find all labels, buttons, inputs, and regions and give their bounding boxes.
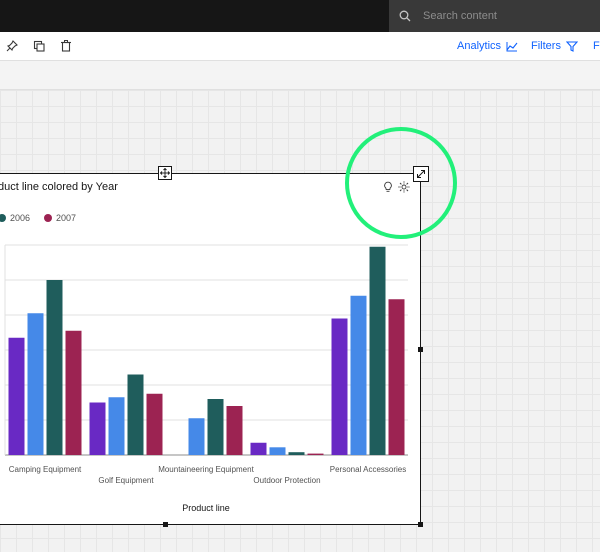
third-toolbar-label: F: [593, 40, 600, 52]
chart-legend: 2006 2007: [0, 213, 76, 223]
analytics-button[interactable]: Analytics: [457, 40, 518, 52]
copy-icon[interactable]: [32, 39, 46, 53]
third-toolbar-button[interactable]: F: [593, 40, 600, 52]
move-handle[interactable]: [158, 166, 172, 180]
legend-label-2006: 2006: [10, 213, 31, 223]
resize-handle-right[interactable]: [418, 347, 423, 352]
sub-toolbar: [0, 61, 600, 90]
search-input[interactable]: [421, 9, 585, 23]
expand-button[interactable]: [413, 166, 429, 182]
filter-icon: [565, 40, 578, 52]
legend-swatch-2007: [44, 214, 53, 222]
top-bar: [0, 0, 600, 32]
filters-label: Filters: [531, 40, 561, 52]
analytics-icon: [506, 41, 518, 51]
expand-icon: [417, 170, 425, 178]
move-icon: [160, 168, 170, 178]
legend-label-2007: 2007: [56, 213, 77, 223]
filters-button[interactable]: Filters: [531, 40, 578, 52]
analytics-label: Analytics: [457, 40, 502, 52]
trash-icon[interactable]: [59, 39, 73, 53]
pin-icon[interactable]: [5, 39, 19, 53]
chart-widget[interactable]: [0, 173, 421, 525]
toolbar: Analytics Filters F: [0, 32, 600, 61]
resize-handle-bottom[interactable]: [163, 522, 168, 527]
chart-title: duct line colored by Year: [0, 181, 118, 193]
search-icon: [399, 10, 411, 22]
legend-swatch-2006: [0, 214, 6, 222]
search-box[interactable]: [389, 0, 600, 32]
settings-icon[interactable]: [398, 181, 410, 193]
resize-handle-bottom-right[interactable]: [418, 522, 423, 527]
lightbulb-icon[interactable]: [382, 181, 394, 193]
